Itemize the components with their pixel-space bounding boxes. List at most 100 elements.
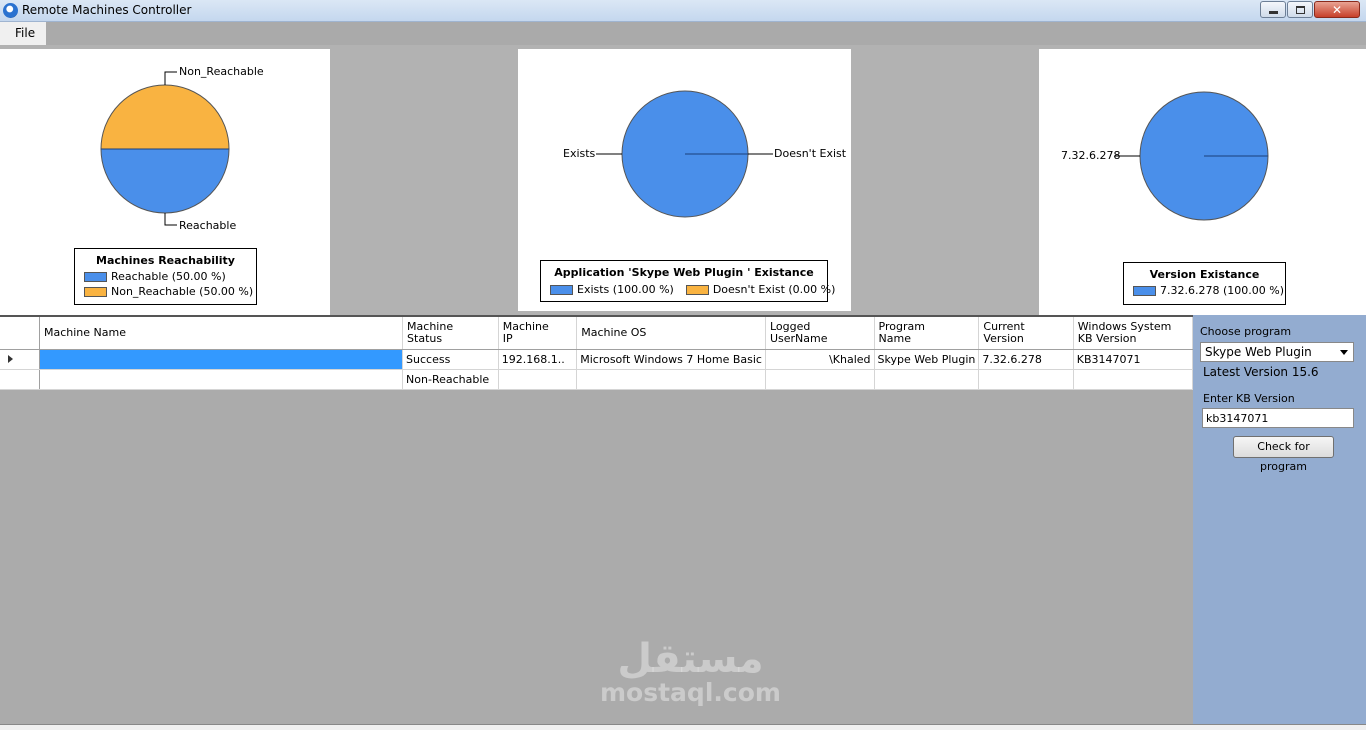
cell-ip[interactable]: 192.168.1.. — [498, 349, 578, 370]
kb-version-input[interactable]: kb3147071 — [1202, 408, 1354, 428]
column-header-label: Machine OS — [581, 325, 647, 339]
legend-swatch-blue — [1133, 285, 1156, 296]
column-header-label: Machine Name — [43, 325, 126, 339]
legend-item-label: Non_Reachable (50.00 %) — [111, 285, 254, 298]
leader-line-non-reachable — [164, 71, 177, 85]
close-button[interactable]: ✕ — [1314, 1, 1360, 18]
machines-table: Machine Name Machine Status Machine IP Mac… — [0, 317, 1194, 390]
kb-version-label: Enter KB Version — [1203, 392, 1295, 405]
legend-item-doesnt-exist: Doesn't Exist (0.00 %) — [685, 283, 836, 296]
minimize-icon — [1268, 11, 1278, 14]
version-legend: Version Existance 7.32.6.278 (100.00 %) — [1123, 262, 1286, 305]
current-row-arrow-icon — [8, 355, 13, 363]
version-chart-panel: 7.32.6.278 Version Existance 7.32.6.278 … — [1039, 49, 1366, 315]
cell-kb[interactable]: KB3147071 — [1073, 349, 1194, 370]
cell-version[interactable] — [978, 369, 1074, 390]
table-row[interactable]: Non-Reachable — [0, 369, 1194, 390]
bottom-edge — [0, 724, 1366, 730]
pie-slice-non-reachable — [100, 84, 230, 150]
pie-slice-reachable — [100, 148, 230, 214]
column-header-logged-username[interactable]: Logged UserName — [765, 317, 875, 350]
row-header[interactable] — [0, 369, 40, 390]
title-bar: Remote Machines Controller ✕ — [0, 0, 1366, 22]
row-header-corner[interactable] — [0, 317, 40, 350]
column-header-kb-version[interactable]: Windows System KB Version — [1073, 317, 1194, 350]
reachability-chart-panel: Non_Reachable Reachable Machines Reachab… — [0, 49, 330, 315]
machines-grid: Machine Name Machine Status Machine IP Mac… — [0, 315, 1194, 724]
cell-version[interactable]: 7.32.6.278 — [978, 349, 1074, 370]
legend-title: Version Existance — [1149, 268, 1260, 281]
cell-os[interactable] — [576, 369, 766, 390]
column-header-label: Version — [983, 331, 1024, 345]
existance-chart-panel: Exists Doesn't Exist Application 'Skype … — [518, 49, 851, 311]
watermark-arabic: مستقل — [617, 636, 764, 682]
legend-item-label: 7.32.6.278 (100.00 %) — [1160, 284, 1284, 297]
column-header-label: Status — [407, 331, 443, 345]
watermark: مستقل mostaql.com — [600, 638, 781, 706]
legend-item-reachable: Reachable (50.00 %) — [84, 270, 256, 283]
column-header-label: IP — [502, 331, 513, 345]
minimize-button[interactable] — [1260, 1, 1286, 18]
column-header-label: UserName — [769, 331, 828, 345]
chevron-down-icon[interactable] — [1340, 350, 1348, 355]
table-row[interactable]: Success 192.168.1.. Microsoft Windows 7 … — [0, 349, 1194, 370]
column-header-machine-ip[interactable]: Machine IP — [498, 317, 578, 350]
legend-swatch-blue — [550, 284, 573, 295]
legend-item-label: Reachable (50.00 %) — [111, 270, 226, 283]
pie-label-reachable: Reachable — [179, 219, 237, 232]
leader-line-reachable — [164, 213, 177, 226]
check-for-program-button[interactable]: Check for program — [1233, 436, 1334, 473]
cell-machine-name[interactable] — [39, 369, 404, 390]
cell-machine-name[interactable] — [39, 349, 404, 370]
legend-swatch-blue — [84, 271, 107, 282]
program-select-value: Skype Web Plugin — [1205, 345, 1312, 359]
column-header-program-name[interactable]: Program Name — [874, 317, 980, 350]
watermark-latin: mostaql.com — [600, 678, 781, 707]
legend-swatch-orange — [84, 286, 107, 297]
latest-version-text: Latest Version 15.6 — [1203, 365, 1319, 379]
column-header-machine-name[interactable]: Machine Name — [39, 317, 404, 350]
legend-swatch-orange — [685, 284, 709, 295]
cell-status[interactable]: Non-Reachable — [402, 369, 499, 390]
menu-file[interactable]: File — [0, 22, 46, 45]
existance-legend: Application 'Skype Web Plugin ' Existanc… — [540, 260, 835, 302]
column-header-label: Name — [878, 331, 911, 345]
reachability-legend: Machines Reachability Reachable (50.00 %… — [74, 248, 257, 305]
grid-header-row: Machine Name Machine Status Machine IP Mac… — [0, 317, 1194, 350]
legend-title: Application 'Skype Web Plugin ' Existanc… — [554, 266, 814, 279]
program-check-panel: Choose program Skype Web Plugin Latest V… — [1193, 315, 1366, 724]
cell-kb[interactable] — [1073, 369, 1194, 390]
legend-item-non-reachable: Non_Reachable (50.00 %) — [84, 285, 256, 298]
legend-item-label: Doesn't Exist (0.00 %) — [712, 283, 836, 296]
legend-item-label: Exists (100.00 %) — [577, 283, 674, 296]
cell-program[interactable]: Skype Web Plugin — [874, 349, 980, 370]
cell-status[interactable]: Success — [402, 349, 499, 370]
column-header-label: KB Version — [1077, 331, 1137, 345]
column-header-current-version[interactable]: Current Version — [978, 317, 1074, 350]
legend-title: Machines Reachability — [96, 254, 235, 267]
row-header-current[interactable] — [0, 349, 40, 370]
column-header-machine-status[interactable]: Machine Status — [402, 317, 499, 350]
pie-label-non-reachable: Non_Reachable — [179, 65, 264, 78]
choose-program-label: Choose program — [1200, 325, 1292, 338]
pie-label-exists: Exists — [563, 147, 596, 160]
legend-items-row: Exists (100.00 %) Doesn't Exist (0.00 %) — [550, 283, 835, 296]
app-icon — [3, 3, 18, 18]
program-select[interactable]: Skype Web Plugin — [1200, 342, 1354, 362]
pie-label-version: 7.32.6.278 — [1061, 149, 1121, 162]
cell-username[interactable] — [765, 369, 875, 390]
menu-bar: File — [0, 22, 1366, 45]
cell-ip[interactable] — [498, 369, 578, 390]
cell-os[interactable]: Microsoft Windows 7 Home Basic — [576, 349, 766, 370]
pie-label-doesnt-exist: Doesn't Exist — [774, 147, 847, 160]
legend-item-exists: Exists (100.00 %) — [550, 283, 674, 296]
column-header-machine-os[interactable]: Machine OS — [576, 317, 766, 350]
maximize-icon — [1295, 5, 1305, 14]
charts-area: Non_Reachable Reachable Machines Reachab… — [0, 45, 1366, 315]
cell-program[interactable] — [874, 369, 980, 390]
cell-username[interactable]: \Khaled — [765, 349, 875, 370]
legend-item-version: 7.32.6.278 (100.00 %) — [1133, 284, 1285, 297]
close-icon: ✕ — [1331, 2, 1343, 17]
maximize-button[interactable] — [1287, 1, 1313, 18]
window-title: Remote Machines Controller — [22, 3, 192, 17]
